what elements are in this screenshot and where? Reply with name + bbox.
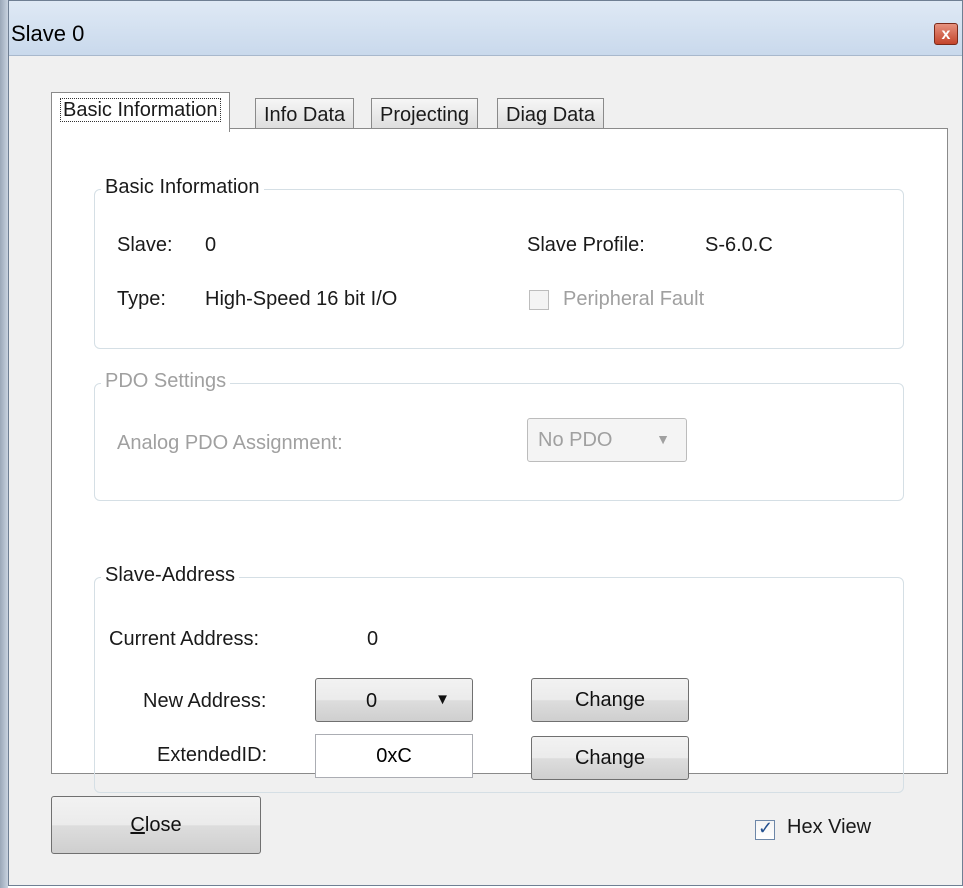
- pdo-settings-group: PDO Settings Analog PDO Assignment: No P…: [94, 370, 904, 501]
- peripheral-fault-checkbox[interactable]: [529, 290, 549, 310]
- hex-view-checkbox[interactable]: ✓: [755, 818, 775, 840]
- analog-pdo-assignment-select[interactable]: No PDO ▼: [527, 418, 687, 462]
- tab-label: Projecting: [380, 104, 469, 126]
- window-close-button[interactable]: x: [934, 23, 958, 45]
- slave-dialog: Slave 0 x Basic Information Info Data Pr…: [8, 0, 963, 886]
- select-value: 0: [366, 690, 378, 712]
- analog-pdo-assignment-label: Analog PDO Assignment:: [117, 432, 343, 454]
- peripheral-fault-label: Peripheral Fault: [563, 288, 705, 310]
- select-value: No PDO: [538, 429, 613, 451]
- tab-panel-basic-information: Basic Information Slave: 0 Slave Profile…: [51, 128, 948, 793]
- tab-projecting[interactable]: Projecting: [371, 98, 478, 130]
- slave-profile-label: Slave Profile:: [527, 234, 645, 256]
- current-address-label: Current Address:: [109, 628, 260, 650]
- slave-value: 0: [205, 234, 217, 256]
- hex-view-label: Hex View: [787, 816, 872, 838]
- current-address-value: 0: [367, 628, 379, 650]
- button-label: Change: [574, 689, 646, 711]
- slave-address-group: Slave-Address Current Address: 0 New Add…: [94, 564, 904, 793]
- group-title: Basic Information: [101, 176, 264, 199]
- change-extended-id-button[interactable]: Change: [531, 736, 689, 780]
- extended-id-label: ExtendedID:: [157, 744, 268, 766]
- close-icon: x: [941, 26, 951, 43]
- tab-label: Info Data: [264, 104, 346, 126]
- tab-basic-information[interactable]: Basic Information: [51, 92, 230, 132]
- tab-label: Diag Data: [506, 104, 595, 126]
- basic-information-group: Basic Information Slave: 0 Slave Profile…: [94, 176, 904, 349]
- tab-diag-data[interactable]: Diag Data: [497, 98, 604, 130]
- group-title: PDO Settings: [101, 370, 231, 393]
- close-label: lose: [144, 814, 182, 836]
- title-bar[interactable]: Slave 0 x: [9, 1, 962, 56]
- checkmark-icon: ✓: [758, 818, 774, 838]
- tab-label: Basic Information: [60, 98, 221, 122]
- close-accelerator: C: [130, 814, 145, 836]
- type-value: High-Speed 16 bit I/O: [205, 288, 398, 310]
- tab-info-data[interactable]: Info Data: [255, 98, 355, 130]
- dialog-client-area: Basic Information Info Data Projecting D…: [11, 56, 960, 883]
- background-window-edge: [0, 0, 8, 888]
- new-address-label: New Address:: [143, 690, 267, 712]
- slave-profile-value: S-6.0.C: [705, 234, 773, 256]
- slave-label: Slave:: [117, 234, 173, 256]
- group-title: Slave-Address: [101, 564, 240, 587]
- change-address-button[interactable]: Change: [531, 678, 689, 722]
- new-address-select[interactable]: 0 ▼: [315, 678, 473, 722]
- chevron-down-icon: ▼: [435, 691, 450, 708]
- extended-id-field[interactable]: [315, 734, 473, 778]
- type-label: Type:: [117, 288, 166, 310]
- window-title: Slave 0: [11, 21, 85, 46]
- close-button[interactable]: Close: [51, 796, 261, 854]
- chevron-down-icon: ▼: [656, 431, 670, 447]
- button-label: Change: [574, 747, 646, 769]
